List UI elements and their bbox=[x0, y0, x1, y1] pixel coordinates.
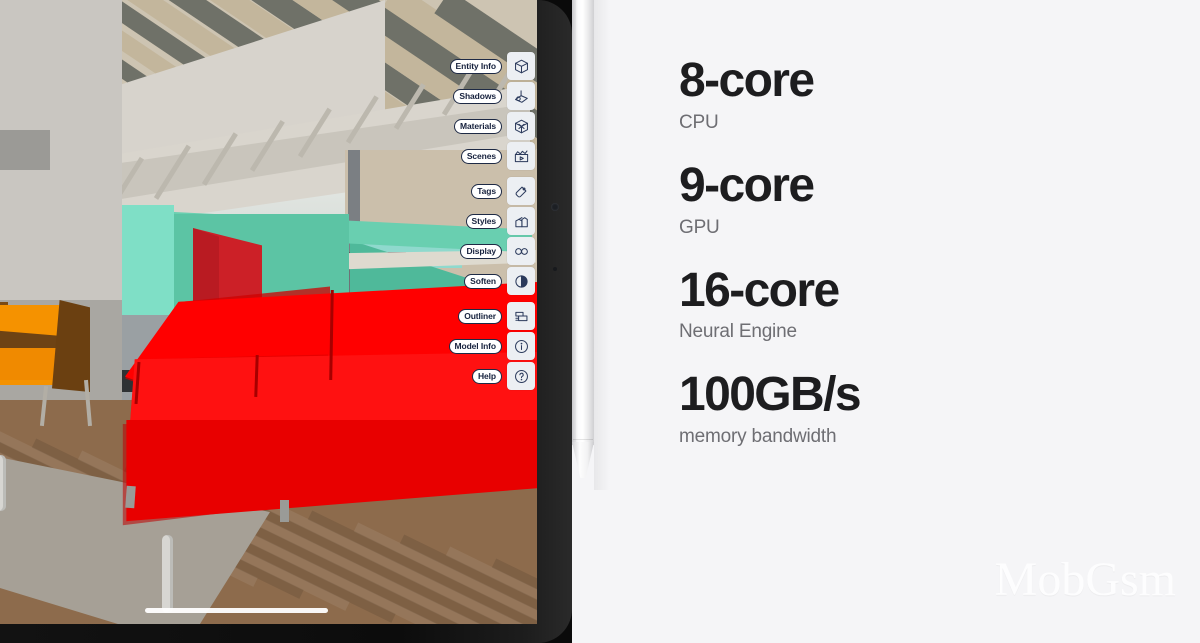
spec-label: Neural Engine bbox=[679, 321, 797, 343]
toolbar-group-divider bbox=[449, 172, 536, 175]
tool-label: Scenes bbox=[460, 148, 502, 164]
home-indicator[interactable] bbox=[145, 608, 328, 613]
tool-label: Model Info bbox=[448, 338, 502, 354]
toolbar-group-divider bbox=[449, 297, 536, 300]
spec-value: 16-core bbox=[679, 263, 840, 317]
spec-label: memory bandwidth bbox=[679, 426, 837, 448]
tool-model-info[interactable]: Model Info bbox=[448, 332, 535, 360]
chip-specs-panel: 8-core CPU 9-core GPU 16-core Neural Engine 10… bbox=[572, 0, 1200, 643]
tablet-device: Entity Info Shadows Materials Scenes Tags Sty… bbox=[0, 0, 572, 643]
tool-label: Styles bbox=[465, 213, 502, 229]
tool-entity-info[interactable]: Entity Info bbox=[449, 52, 535, 80]
spec-item: 16-core Neural Engine bbox=[679, 263, 860, 344]
styles-shapes-icon[interactable] bbox=[507, 207, 535, 235]
screenshot-root: Entity Info Shadows Materials Scenes Tags Sty… bbox=[0, 0, 1200, 643]
tool-materials[interactable]: Materials bbox=[449, 112, 535, 140]
shadows-icon[interactable] bbox=[507, 82, 535, 110]
spec-item: 9-core GPU bbox=[679, 158, 860, 239]
cube-icon[interactable] bbox=[507, 52, 535, 80]
stylus-seam bbox=[573, 439, 593, 440]
stylus-flat-edge bbox=[572, 0, 576, 445]
materials-cube-icon[interactable] bbox=[507, 112, 535, 140]
tool-label: Soften bbox=[464, 273, 502, 289]
spec-value: 100GB/s bbox=[679, 368, 862, 422]
display-glasses-icon[interactable] bbox=[507, 237, 535, 265]
orange-chair-seat bbox=[0, 348, 62, 380]
help-question-icon[interactable] bbox=[507, 362, 535, 390]
tool-label: Entity Info bbox=[449, 58, 502, 74]
bollard-post bbox=[162, 535, 173, 613]
spec-value: 8-core bbox=[679, 54, 815, 107]
outliner-stack-icon[interactable] bbox=[507, 302, 535, 330]
sensor-dot-icon bbox=[553, 267, 557, 271]
tool-help[interactable]: Help bbox=[449, 362, 535, 390]
stylus-shadow bbox=[594, 0, 610, 490]
tool-label: Materials bbox=[454, 118, 502, 134]
tool-label: Tags bbox=[471, 183, 502, 199]
tool-label: Help bbox=[471, 368, 502, 384]
spec-label: GPU bbox=[679, 216, 720, 238]
stylus-tip bbox=[572, 442, 594, 478]
tool-label: Shadows bbox=[453, 88, 502, 104]
tool-label: Display bbox=[460, 243, 502, 259]
watermark: MobGsm bbox=[994, 553, 1176, 606]
spec-label: CPU bbox=[679, 111, 719, 133]
sofa-leg bbox=[125, 485, 136, 509]
tool-display[interactable]: Display bbox=[449, 237, 535, 265]
apple-pencil-stylus[interactable] bbox=[572, 0, 594, 490]
tablet-screen[interactable]: Entity Info Shadows Materials Scenes Tags Sty… bbox=[0, 0, 537, 624]
sketchup-tool-palette[interactable]: Entity Info Shadows Materials Scenes Tags Sty… bbox=[448, 52, 536, 390]
spec-list: 8-core CPU 9-core GPU 16-core Neural Engine 10… bbox=[679, 55, 862, 474]
front-camera-icon bbox=[551, 203, 559, 211]
tool-label: Outliner bbox=[458, 308, 502, 324]
spec-value: 9-core bbox=[679, 158, 815, 212]
bollard-post bbox=[0, 455, 6, 511]
tool-styles[interactable]: Styles bbox=[449, 207, 535, 235]
tool-tags[interactable]: Tags bbox=[449, 177, 535, 205]
spec-item: 100GB/s memory bandwidth bbox=[679, 368, 862, 448]
tool-outliner[interactable]: Outliner bbox=[449, 302, 535, 330]
tool-scenes[interactable]: Scenes bbox=[449, 142, 535, 170]
scenes-slate-icon[interactable] bbox=[507, 142, 535, 170]
tool-shadows[interactable]: Shadows bbox=[449, 82, 535, 110]
spec-item: 8-core CPU bbox=[679, 55, 860, 134]
soften-halfcircle-icon[interactable] bbox=[507, 267, 535, 295]
left-wall-shadow-band bbox=[0, 130, 50, 170]
tag-icon[interactable] bbox=[507, 177, 535, 205]
sofa-leg bbox=[280, 500, 289, 522]
info-circle-icon[interactable] bbox=[507, 332, 535, 360]
tool-soften[interactable]: Soften bbox=[449, 267, 535, 295]
